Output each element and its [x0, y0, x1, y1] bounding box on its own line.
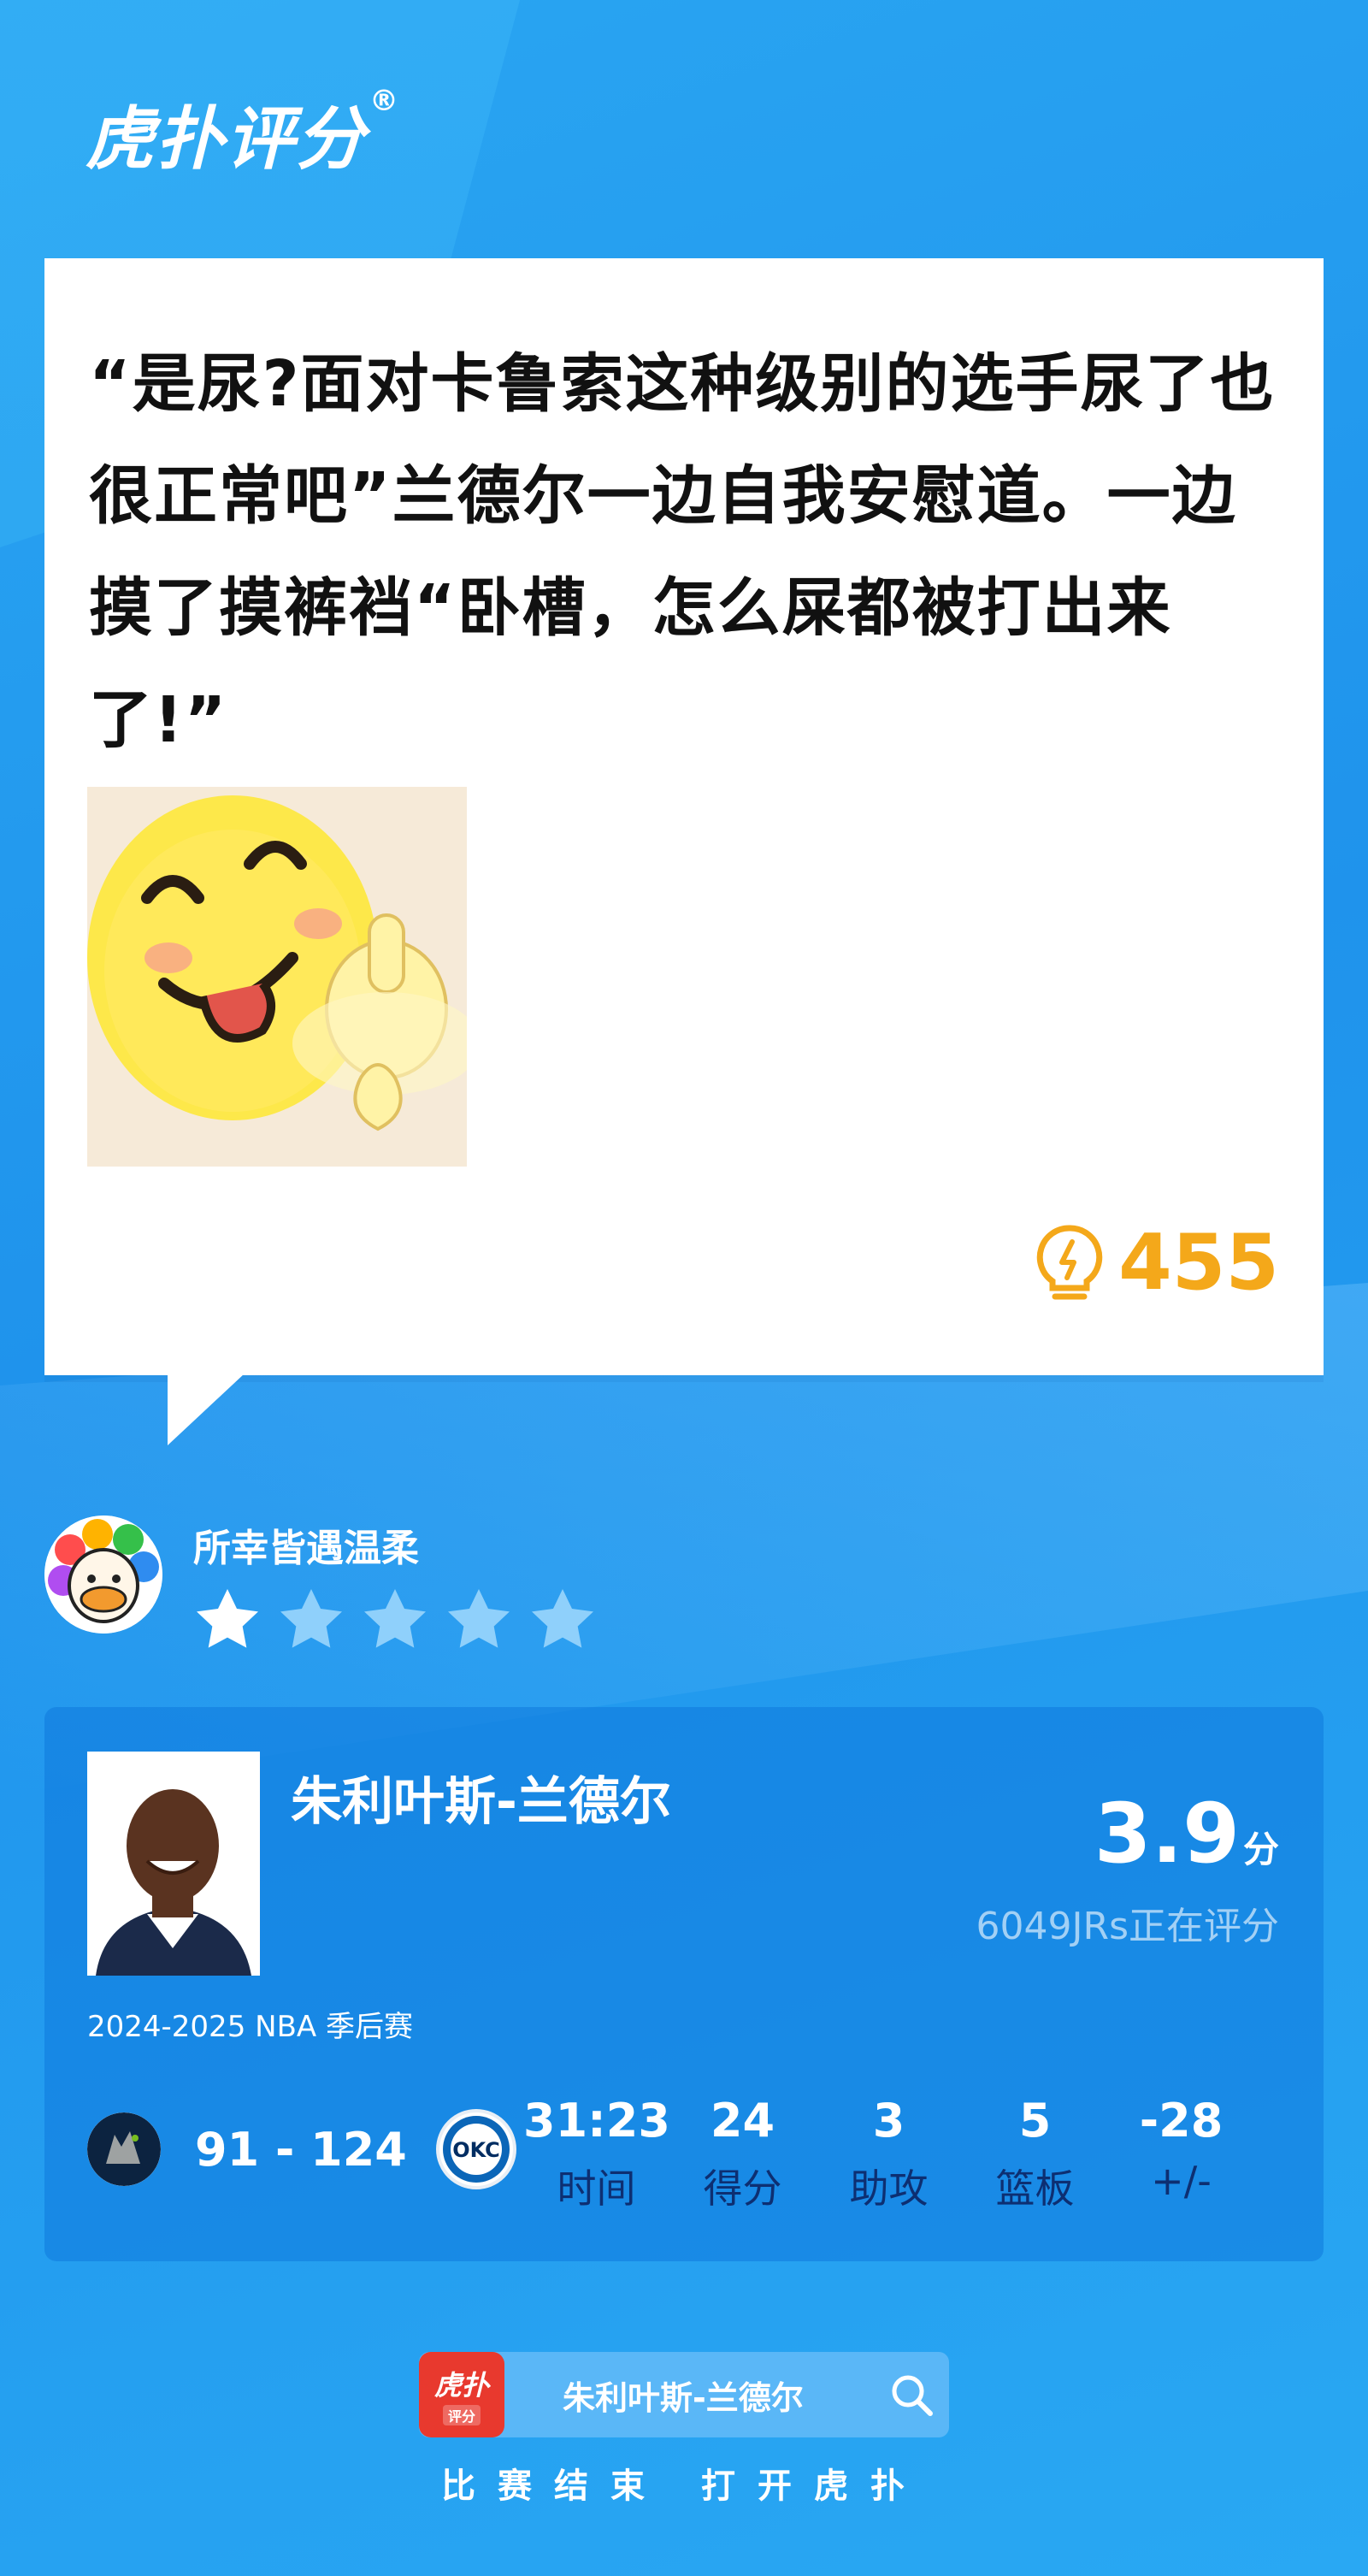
player-stats: 31:23 时间 24 得分 3 助攻 5 篮板 -28 +/-	[523, 2094, 1254, 2214]
comment-bubble-tail	[168, 1374, 245, 1445]
like-count: 455	[1118, 1218, 1279, 1308]
app-icon-text: 虎扑	[433, 2369, 489, 2402]
match-result: 91 - 124 OKC	[87, 2109, 516, 2189]
stat-label: 篮板	[995, 2165, 1075, 2212]
player-rating-card[interactable]: 朱利叶斯-兰德尔 3.9分 6049JRs正在评分 2024-2025 NBA …	[44, 1707, 1324, 2261]
player-headshot	[87, 1752, 260, 1976]
stat-value: 3	[872, 2094, 905, 2148]
stat-value: 31:23	[523, 2094, 670, 2148]
thunder-logo: OKC	[435, 2109, 516, 2189]
stat-label: +/-	[1151, 2158, 1212, 2204]
player-photo	[87, 1752, 260, 1976]
like-area[interactable]: 455	[1036, 1218, 1279, 1308]
comment-emoji-image[interactable]	[87, 787, 467, 1167]
star-icon	[197, 1589, 258, 1648]
comment-card: “是尿?面对卡鲁索这种级别的选手尿了也很正常吧”兰德尔一边自我安慰道。一边摸了摸…	[44, 258, 1324, 1375]
avatar[interactable]	[44, 1515, 162, 1634]
logo-text: 虎扑评分	[86, 99, 366, 179]
app-search-bar[interactable]: 虎扑 评分 朱利叶斯-兰德尔	[419, 2352, 949, 2437]
stat-value: -28	[1139, 2094, 1224, 2148]
wolf-icon	[87, 2112, 161, 2186]
lightbulb-icon	[1036, 1224, 1103, 1299]
star-icon	[532, 1589, 593, 1648]
star-icon	[448, 1589, 510, 1648]
stat-value: 5	[1018, 2094, 1052, 2148]
stat-minutes: 31:23 时间	[523, 2094, 670, 2214]
avatar-image	[44, 1515, 162, 1634]
score-value: 3.9	[1094, 1786, 1240, 1882]
hupu-app-icon: 虎扑 评分	[419, 2352, 504, 2437]
comment-text: “是尿?面对卡鲁索这种级别的选手尿了也很正常吧”兰德尔一边自我安慰道。一边摸了摸…	[89, 347, 1276, 757]
user-name: 所幸皆遇温柔	[193, 1527, 419, 1570]
app-icon-sub: 评分	[442, 2405, 481, 2425]
okc-logo-text: OKC	[452, 2138, 500, 2162]
star-icon	[364, 1589, 426, 1648]
stat-rebounds: 5 篮板	[962, 2094, 1108, 2214]
okc-icon: OKC	[442, 2116, 510, 2183]
user-rating-row: 所幸皆遇温柔	[44, 1515, 597, 1652]
hupu-rating-logo: 虎扑评分 ®	[86, 84, 400, 183]
timberwolves-logo	[87, 2112, 161, 2186]
score-unit: 分	[1242, 1829, 1279, 1870]
player-name: 朱利叶斯-兰德尔	[291, 1772, 671, 1832]
stat-label: 助攻	[849, 2165, 929, 2212]
stat-value: 24	[710, 2094, 775, 2148]
stat-label: 时间	[557, 2165, 636, 2212]
season-label: 2024-2025 NBA 季后赛	[87, 2010, 413, 2044]
search-text: 朱利叶斯-兰德尔	[563, 2378, 804, 2417]
star-rating	[193, 1586, 597, 1652]
smiley-thumbs-up-sticker	[87, 787, 467, 1167]
search-icon[interactable]	[889, 2372, 935, 2419]
registered-mark: ®	[369, 84, 400, 118]
star-icon	[280, 1589, 342, 1648]
stat-label: 得分	[703, 2165, 782, 2212]
stat-points: 24 得分	[669, 2094, 816, 2214]
open-hupu-caption: 比赛结束 打开虎扑	[441, 2467, 927, 2506]
match-score: 91 - 124	[195, 2122, 407, 2177]
rater-count: 6049JRs正在评分	[976, 1905, 1279, 1948]
stat-plus-minus: -28 +/-	[1108, 2094, 1254, 2214]
stat-assists: 3 助攻	[816, 2094, 962, 2214]
player-score: 3.9分	[1094, 1786, 1279, 1882]
